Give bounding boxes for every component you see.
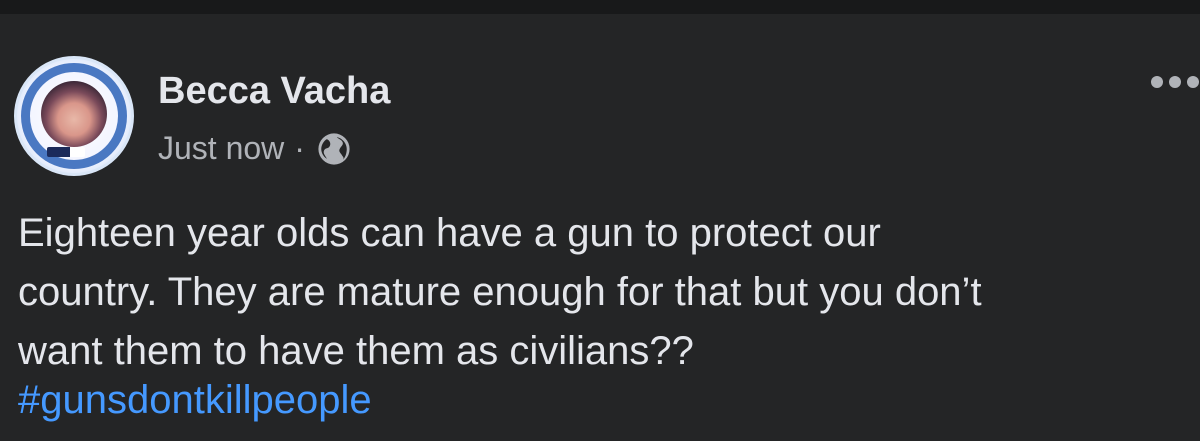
post-text-line: want them to have them as civilians?? [18, 329, 694, 373]
avatar[interactable] [14, 56, 134, 176]
hashtag-link[interactable]: #gunsdontkillpeople [18, 378, 372, 423]
post-meta: Just now · [158, 130, 351, 167]
globe-icon[interactable] [317, 132, 351, 166]
avatar-photo [41, 81, 107, 147]
post-text: Eighteen year olds can have a gun to pro… [18, 204, 1188, 381]
post-text-line: Eighteen year olds can have a gun to pro… [18, 211, 881, 255]
meta-separator: · [294, 130, 305, 166]
avatar-logo [47, 147, 85, 157]
facebook-post: Becca Vacha Just now · Eighteen year old… [0, 14, 1200, 441]
more-options-icon[interactable] [1148, 72, 1200, 92]
top-divider [0, 0, 1200, 14]
post-text-line: country. They are mature enough for that… [18, 270, 982, 314]
author-name[interactable]: Becca Vacha [158, 70, 390, 113]
timestamp[interactable]: Just now [158, 130, 284, 167]
